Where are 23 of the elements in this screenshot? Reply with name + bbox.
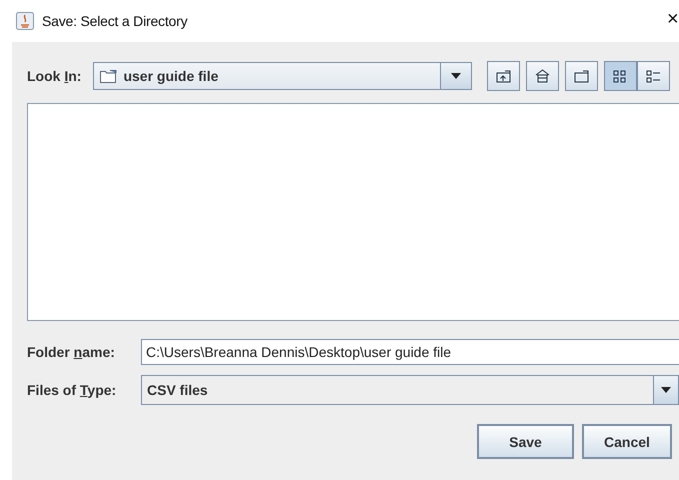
list-view-icon: [645, 68, 662, 84]
folder-up-icon: [495, 68, 512, 84]
home-button[interactable]: [526, 61, 560, 91]
folder-up-button[interactable]: [487, 61, 520, 91]
dropdown-arrow-icon: [451, 73, 462, 79]
folder-name-label: Folder name:: [27, 344, 116, 360]
cancel-button[interactable]: Cancel: [582, 424, 672, 459]
folder-button[interactable]: [565, 61, 598, 91]
close-button[interactable]: ×: [667, 8, 679, 31]
folder-icon: [99, 68, 118, 84]
file-type-dropdown[interactable]: CSV files: [141, 375, 679, 405]
dropdown-arrow-icon: [661, 387, 671, 393]
window-title: Save: Select a Directory: [42, 13, 188, 29]
look-in-label: Look In:: [27, 68, 82, 84]
app-icon: [16, 12, 34, 30]
file-type-label: Files of Type:: [27, 382, 118, 398]
grid-view-button[interactable]: [604, 61, 638, 91]
home-icon: [534, 68, 552, 84]
folder-icon: [573, 68, 590, 84]
list-view-button[interactable]: [637, 61, 670, 91]
look-in-dropdown[interactable]: user guide file: [93, 62, 472, 90]
save-button[interactable]: Save: [477, 424, 574, 459]
folder-name-field[interactable]: C:\Users\Breanna Dennis\Desktop\user guide file: [141, 339, 679, 365]
